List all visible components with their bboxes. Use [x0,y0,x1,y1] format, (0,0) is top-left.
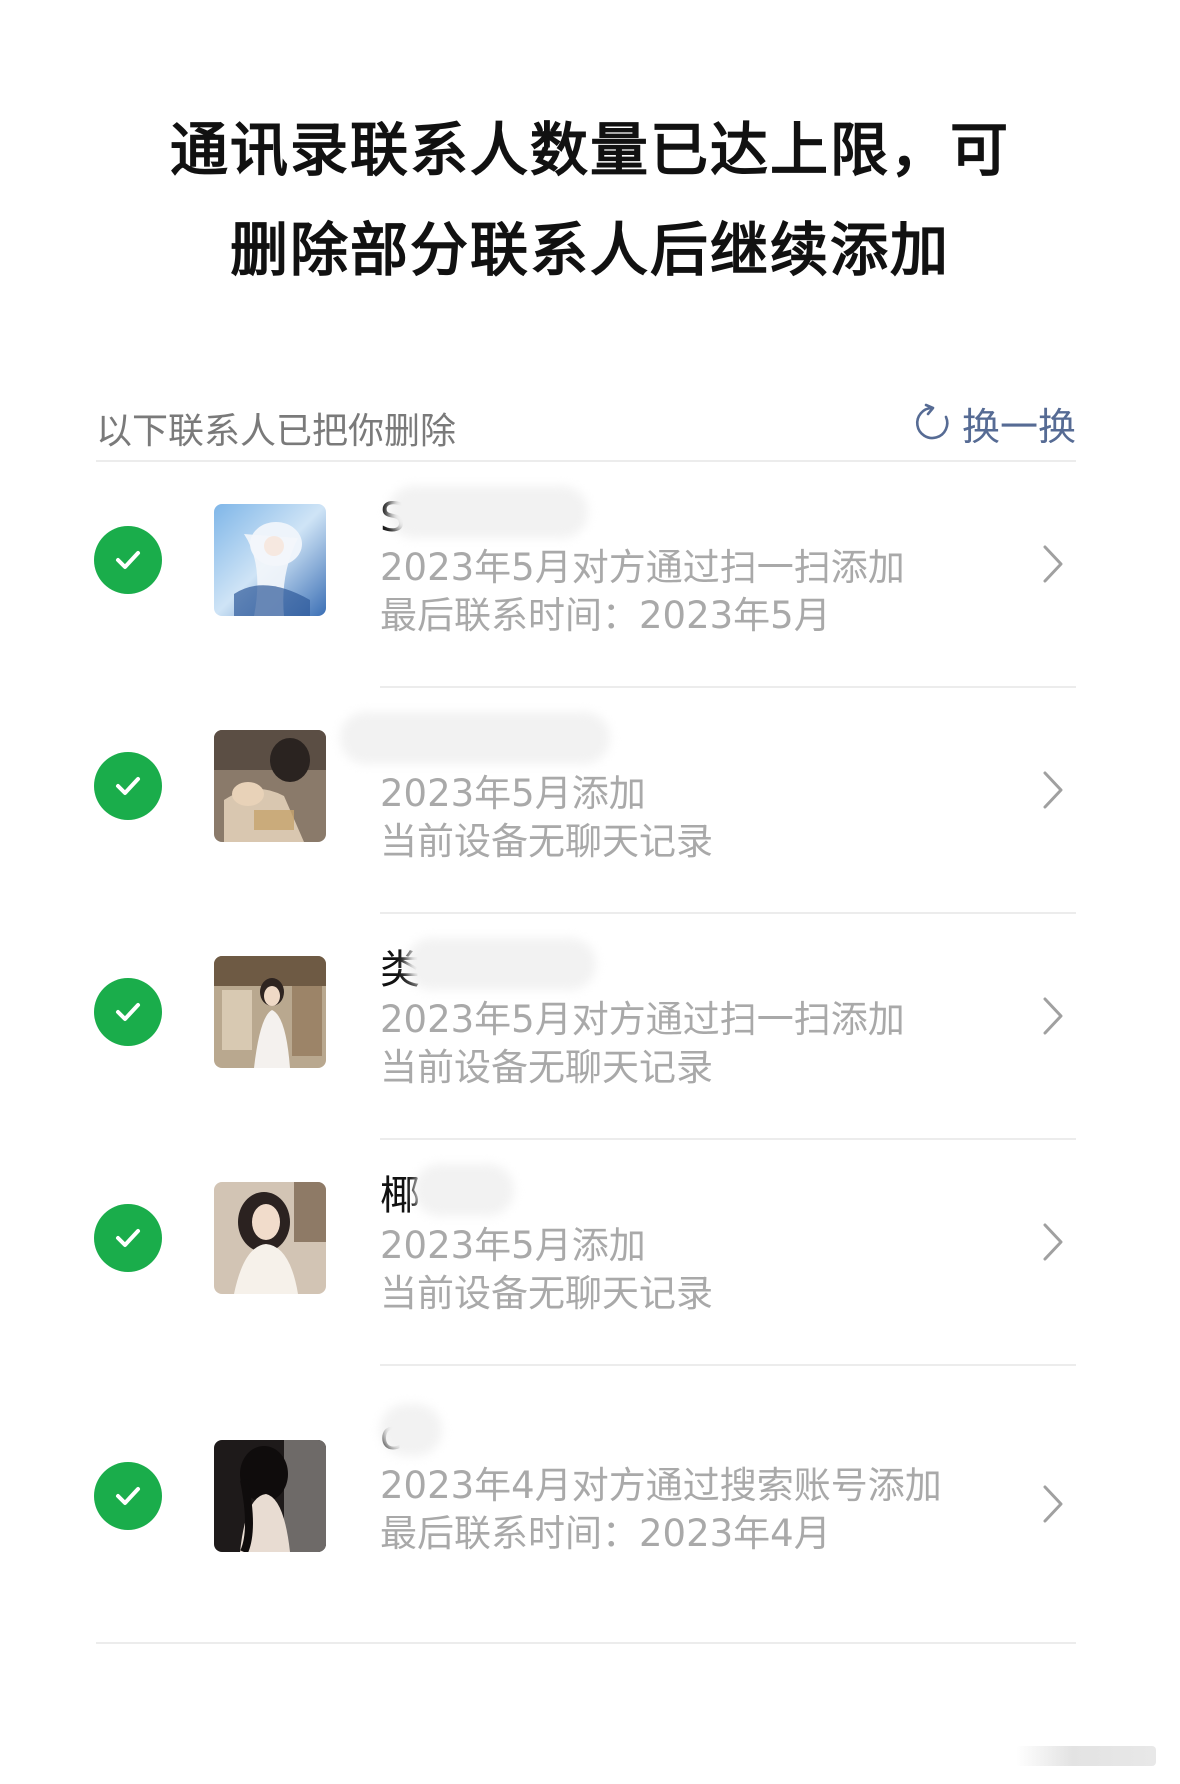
chevron-right-icon [1043,545,1063,583]
refresh-icon [915,403,949,440]
redaction-blur [340,712,610,764]
contact-added: 2023年4月对方通过搜索账号添加 [380,1464,942,1507]
contact-row[interactable]: 类 2023年5月对方通过扫一扫添加 当前设备无聊天记录 [0,914,1180,1140]
title-line-2: 删除部分联系人后继续添加 [229,216,950,284]
contact-row[interactable]: c 2023年4月对方通过搜索账号添加 最后联系时间：2023年4月 [0,1366,1180,1644]
section-header: 以下联系人已把你删除 换一换 [96,392,1076,458]
contact-list: S 2023年5月对方通过扫一扫添加 最后联系时间：2023年5月 [0,462,1180,1644]
checkmark-icon[interactable] [94,526,162,594]
avatar [214,1182,326,1294]
contact-name: c [380,1404,960,1462]
avatar [214,956,326,1068]
avatar [214,1440,326,1552]
contact-status: 当前设备无聊天记录 [380,1272,713,1315]
redaction-blur [414,1164,514,1216]
checkmark-icon[interactable] [94,1204,162,1272]
contact-row[interactable]: 2023年5月添加 当前设备无聊天记录 [0,688,1180,914]
chevron-right-icon [1043,771,1063,809]
title-line-1: 通讯录联系人数量已达上限，可 [169,116,1010,184]
contact-name [340,712,960,770]
contact-added: 2023年5月添加 [380,772,646,815]
redaction-blur [380,1404,442,1456]
chevron-right-icon [1043,1485,1063,1523]
redaction-blur [406,938,596,990]
checkmark-icon[interactable] [94,978,162,1046]
contact-status: 当前设备无聊天记录 [380,1046,713,1089]
row-divider [96,1642,1076,1644]
contact-added: 2023年5月对方通过扫一扫添加 [380,546,905,589]
avatar [214,504,326,616]
refresh-label: 换一换 [961,404,1076,449]
contact-name: S [380,486,960,544]
redaction-blur [388,486,588,538]
contact-added: 2023年5月添加 [380,1224,646,1267]
refresh-button[interactable]: 换一换 [912,398,1076,449]
contact-name: 类 [380,938,960,996]
checkmark-icon[interactable] [94,1462,162,1530]
contact-status: 当前设备无聊天记录 [380,820,713,863]
contact-info: 类 2023年5月对方通过扫一扫添加 当前设备无聊天记录 [380,938,960,1092]
watermark [1016,1746,1156,1766]
contact-row[interactable]: 椰 2023年5月添加 当前设备无聊天记录 [0,1140,1180,1366]
page-title: 通讯录联系人数量已达上限，可 删除部分联系人后继续添加 [0,100,1180,300]
chevron-right-icon [1043,1223,1063,1261]
contact-status: 最后联系时间：2023年5月 [380,594,831,637]
contact-info: S 2023年5月对方通过扫一扫添加 最后联系时间：2023年5月 [380,486,960,640]
contact-info: 椰 2023年5月添加 当前设备无聊天记录 [380,1164,960,1318]
contact-name: 椰 [380,1164,960,1222]
checkmark-icon[interactable] [94,752,162,820]
contact-added: 2023年5月对方通过扫一扫添加 [380,998,905,1041]
contact-info: c 2023年4月对方通过搜索账号添加 最后联系时间：2023年4月 [380,1404,960,1558]
section-label: 以下联系人已把你删除 [96,411,457,452]
contact-row[interactable]: S 2023年5月对方通过扫一扫添加 最后联系时间：2023年5月 [0,462,1180,688]
chevron-right-icon [1043,997,1063,1035]
contact-status: 最后联系时间：2023年4月 [380,1512,831,1555]
contact-info: 2023年5月添加 当前设备无聊天记录 [340,712,960,866]
avatar [214,730,326,842]
